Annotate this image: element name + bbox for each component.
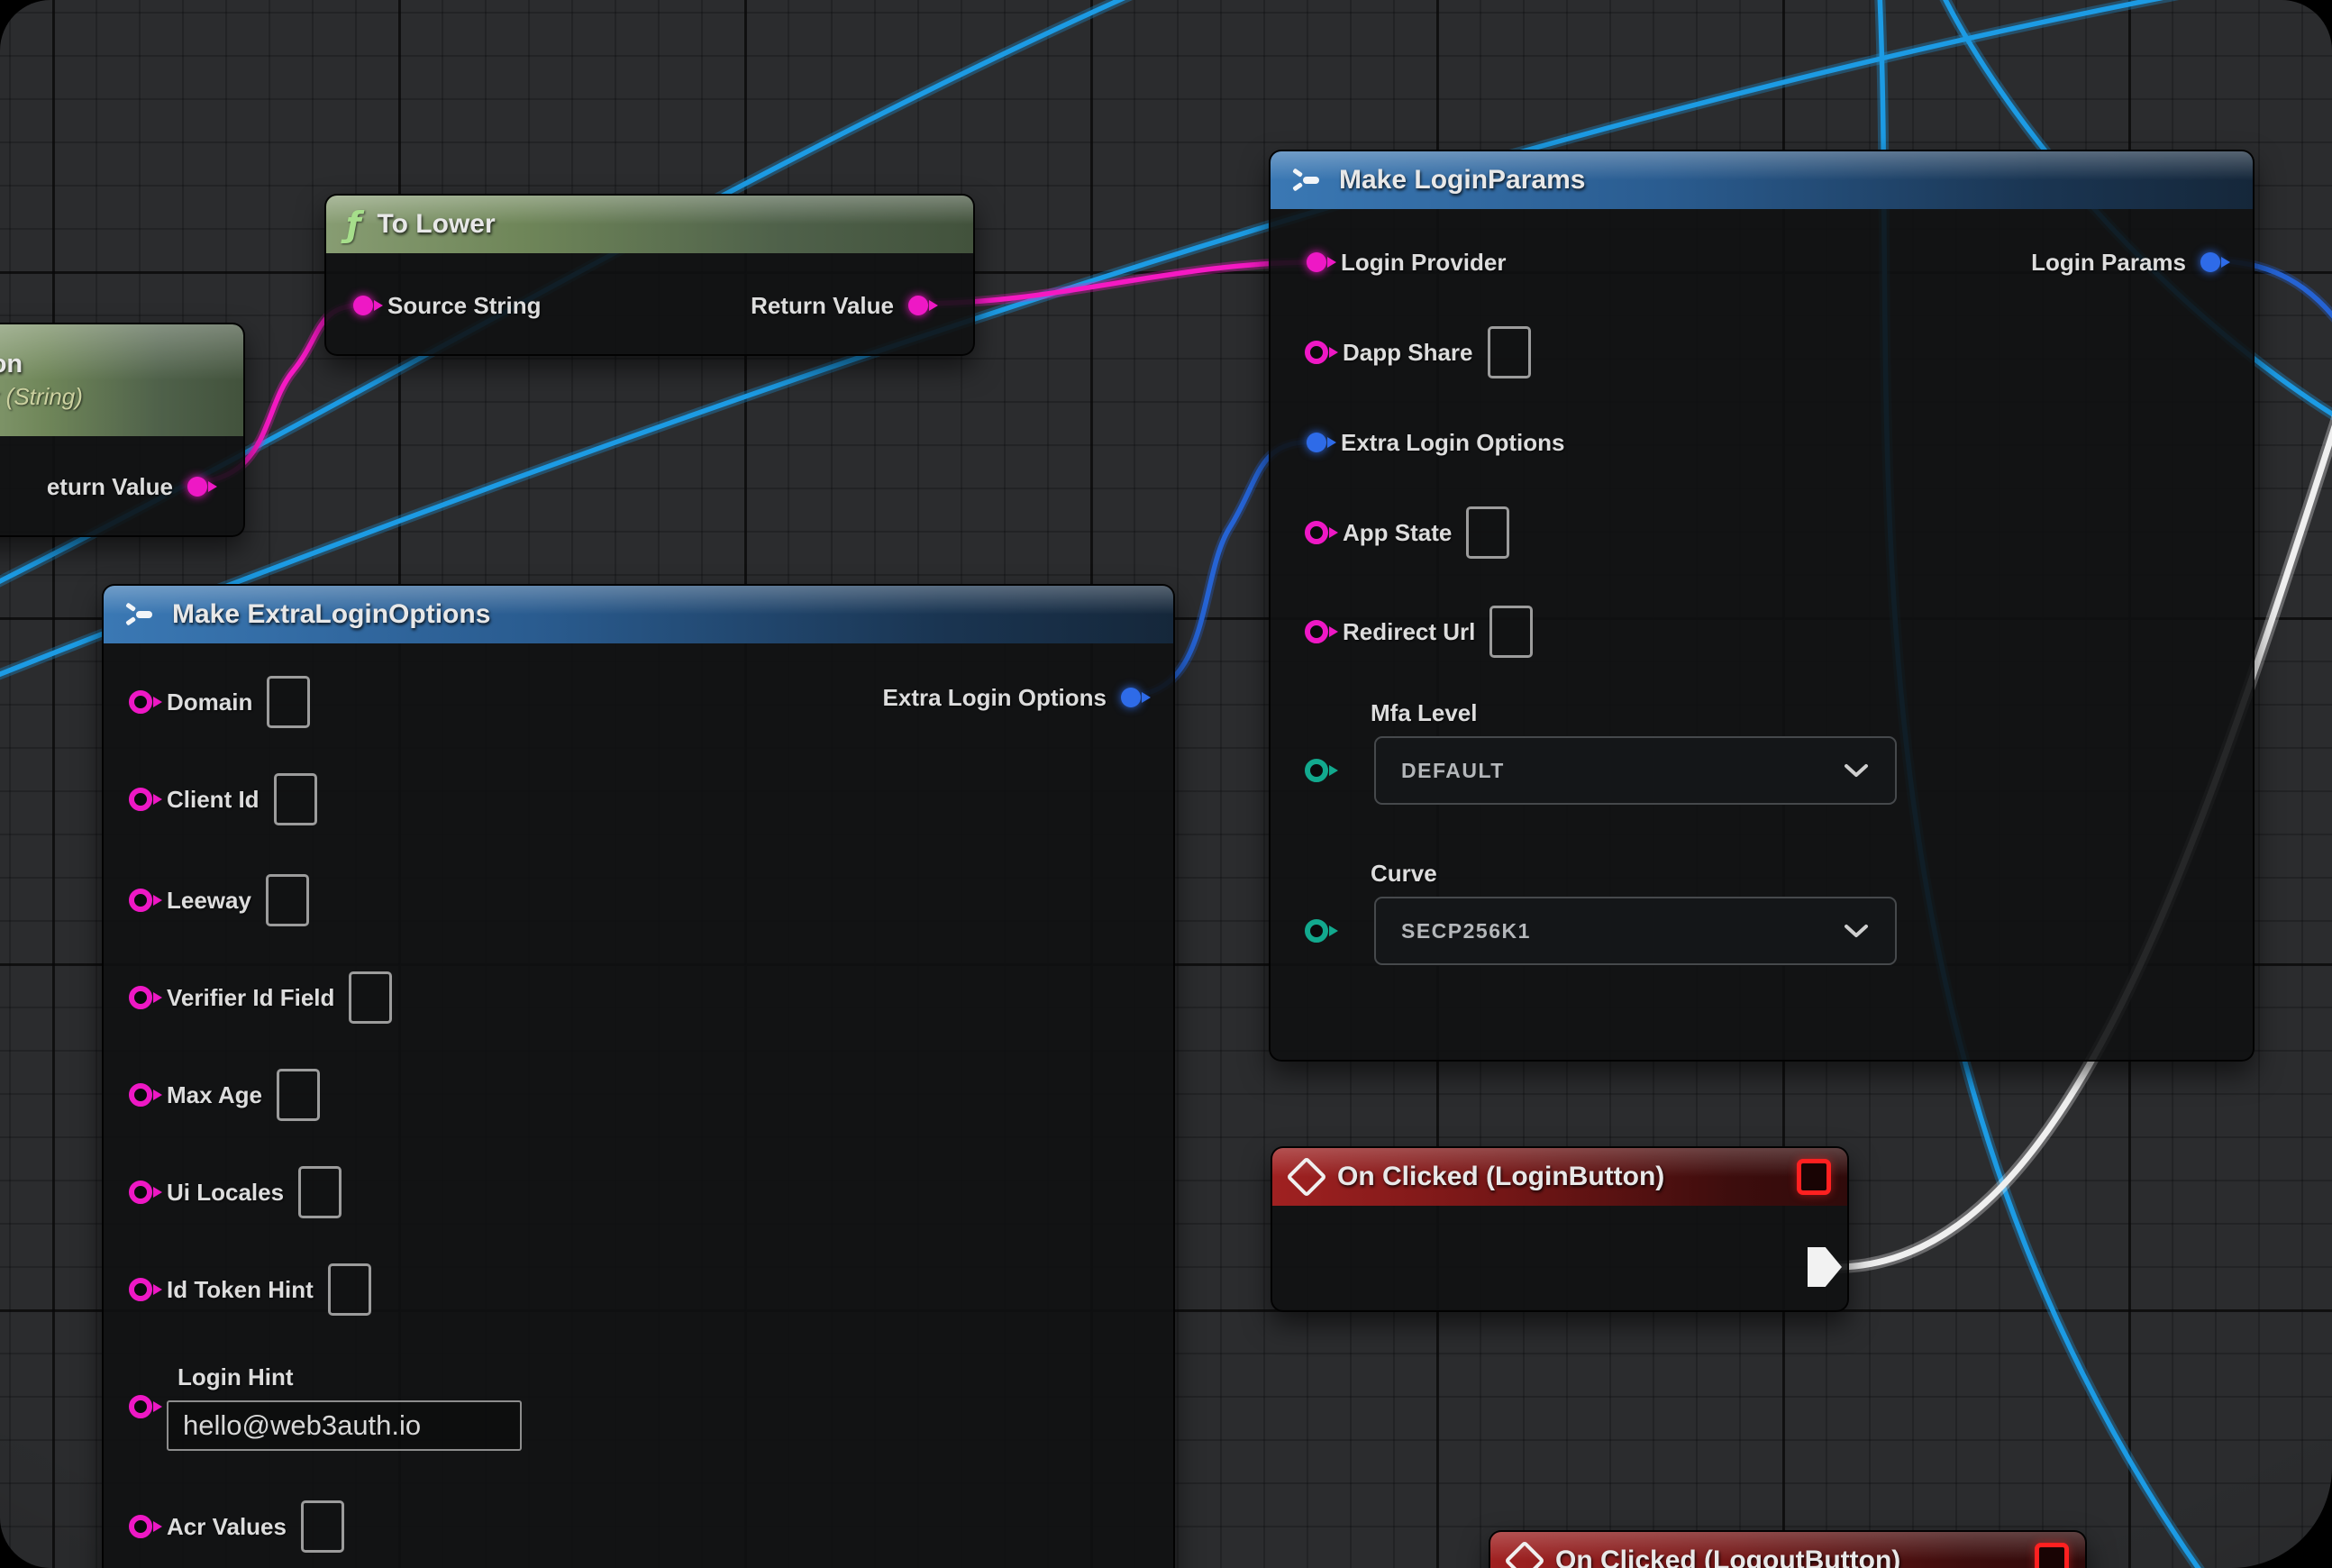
dapp-share-value-box[interactable] <box>1488 326 1531 378</box>
pin-label-source-string: Source String <box>387 292 541 320</box>
node-title: tion <box>0 350 23 379</box>
ui-locales-pin[interactable] <box>129 1181 152 1204</box>
pin-label-domain: Domain <box>167 688 252 716</box>
node-make-loginparams[interactable]: Make LoginParams Login Params Login Prov… <box>1269 150 2255 1062</box>
client-id-pin[interactable] <box>129 788 152 811</box>
pin-label-ui-locales: Ui Locales <box>167 1179 284 1207</box>
redirect-url-value-box[interactable] <box>1489 606 1533 658</box>
domain-value-box[interactable] <box>267 676 310 728</box>
node-make-extraloginoptions[interactable]: Make ExtraLoginOptions Extra Login Optio… <box>102 584 1175 1568</box>
curve-label: Curve <box>1371 860 1897 888</box>
pin-label-id-token-hint: Id Token Hint <box>167 1276 314 1304</box>
acr-values-pin[interactable] <box>129 1515 152 1538</box>
return-value-pin[interactable] <box>908 296 928 315</box>
pin-label-login-hint: Login Hint <box>178 1363 522 1391</box>
mfa-level-dropdown[interactable]: DEFAULT <box>1374 736 1897 805</box>
pin-label-acr-values: Acr Values <box>167 1513 287 1541</box>
mfa-level-value: DEFAULT <box>1401 759 1505 783</box>
node-title: On Clicked (LoginButton) <box>1337 1162 1664 1192</box>
app-state-pin[interactable] <box>1305 521 1328 544</box>
node-to-lower[interactable]: ƒ To Lower Source String Return Value <box>324 194 975 356</box>
pin-label-max-age: Max Age <box>167 1081 262 1109</box>
extra-login-options-input-pin[interactable] <box>1307 433 1326 452</box>
make-loginparams-header[interactable]: Make LoginParams <box>1271 151 2253 209</box>
node-subtitle: ox (String) <box>0 383 83 411</box>
login-hint-input[interactable]: hello@web3auth.io <box>167 1400 522 1451</box>
node-title: Make LoginParams <box>1339 165 1585 196</box>
curve-value: SECP256K1 <box>1401 919 1531 944</box>
pin-label-leeway: Leeway <box>167 887 251 915</box>
client-id-value-box[interactable] <box>274 773 317 825</box>
node-title: On Clicked (LogoutButton) <box>1555 1545 1900 1568</box>
app-state-value-box[interactable] <box>1466 506 1509 559</box>
verifier-id-field-pin[interactable] <box>129 986 152 1009</box>
extra-login-options-output-pin[interactable] <box>1121 688 1141 707</box>
make-struct-icon <box>1290 165 1323 196</box>
pin-label-extra-login-options-out: Extra Login Options <box>883 684 1107 712</box>
to-lower-header[interactable]: ƒ To Lower <box>326 196 973 253</box>
pin-label-dapp-share: Dapp Share <box>1343 339 1473 367</box>
pin-label-client-id: Client Id <box>167 786 260 814</box>
leeway-pin[interactable] <box>129 889 152 912</box>
pin-label-extra-login-options: Extra Login Options <box>1341 429 1564 457</box>
domain-pin[interactable] <box>129 690 152 714</box>
chevron-down-icon <box>1843 923 1870 939</box>
max-age-pin[interactable] <box>129 1083 152 1107</box>
mfa-level-label: Mfa Level <box>1371 699 1897 727</box>
pin-label-login-params-out: Login Params <box>2031 249 2186 277</box>
curve-dropdown[interactable]: SECP256K1 <box>1374 897 1897 965</box>
event-bound-icon[interactable] <box>1797 1159 1831 1195</box>
node-title: To Lower <box>378 209 496 240</box>
curve-pin[interactable] <box>1305 919 1328 943</box>
event-diamond-icon <box>1286 1156 1326 1197</box>
chevron-down-icon <box>1843 762 1870 779</box>
pin-label-redirect-url: Redirect Url <box>1343 618 1475 646</box>
verifier-id-field-value-box[interactable] <box>349 971 392 1024</box>
exec-output-pin[interactable] <box>1808 1247 1842 1287</box>
pin-label-return-value: eturn Value <box>47 473 173 501</box>
on-clicked-login-header[interactable]: On Clicked (LoginButton) <box>1272 1148 1847 1206</box>
node-on-clicked-logoutbutton[interactable]: On Clicked (LogoutButton) <box>1489 1530 2087 1568</box>
ui-locales-value-box[interactable] <box>298 1166 342 1218</box>
source-string-pin[interactable] <box>353 296 373 315</box>
leeway-value-box[interactable] <box>266 874 309 926</box>
max-age-value-box[interactable] <box>277 1069 320 1121</box>
make-struct-icon <box>123 599 156 630</box>
id-token-hint-pin[interactable] <box>129 1278 152 1301</box>
acr-values-value-box[interactable] <box>301 1500 344 1553</box>
make-extraloginoptions-header[interactable]: Make ExtraLoginOptions <box>104 586 1173 643</box>
return-value-pin[interactable] <box>187 477 207 497</box>
node-on-clicked-loginbutton[interactable]: On Clicked (LoginButton) <box>1271 1146 1849 1312</box>
pin-label-app-state: App State <box>1343 519 1452 547</box>
pin-label-return-value: Return Value <box>751 292 894 320</box>
login-params-output-pin[interactable] <box>2200 252 2220 272</box>
pin-label-login-provider: Login Provider <box>1341 249 1506 277</box>
on-clicked-logout-header[interactable]: On Clicked (LogoutButton) <box>1490 1532 2085 1568</box>
pin-label-verifier-id-field: Verifier Id Field <box>167 984 334 1012</box>
blueprint-canvas[interactable]: tion ox (String) eturn Value ƒ To Lower … <box>0 0 2332 1568</box>
dapp-share-pin[interactable] <box>1305 341 1328 364</box>
redirect-url-pin[interactable] <box>1305 620 1328 643</box>
login-provider-pin[interactable] <box>1307 252 1326 272</box>
node-partial-function[interactable]: tion ox (String) eturn Value <box>0 323 245 537</box>
id-token-hint-value-box[interactable] <box>328 1263 371 1316</box>
event-bound-icon[interactable] <box>2035 1543 2069 1568</box>
login-hint-pin[interactable] <box>129 1395 152 1418</box>
node-title: Make ExtraLoginOptions <box>172 599 490 630</box>
function-icon: ƒ <box>346 207 361 242</box>
node-partial-header[interactable]: tion ox (String) <box>0 324 243 436</box>
event-diamond-icon <box>1504 1540 1544 1568</box>
mfa-level-pin[interactable] <box>1305 759 1328 782</box>
